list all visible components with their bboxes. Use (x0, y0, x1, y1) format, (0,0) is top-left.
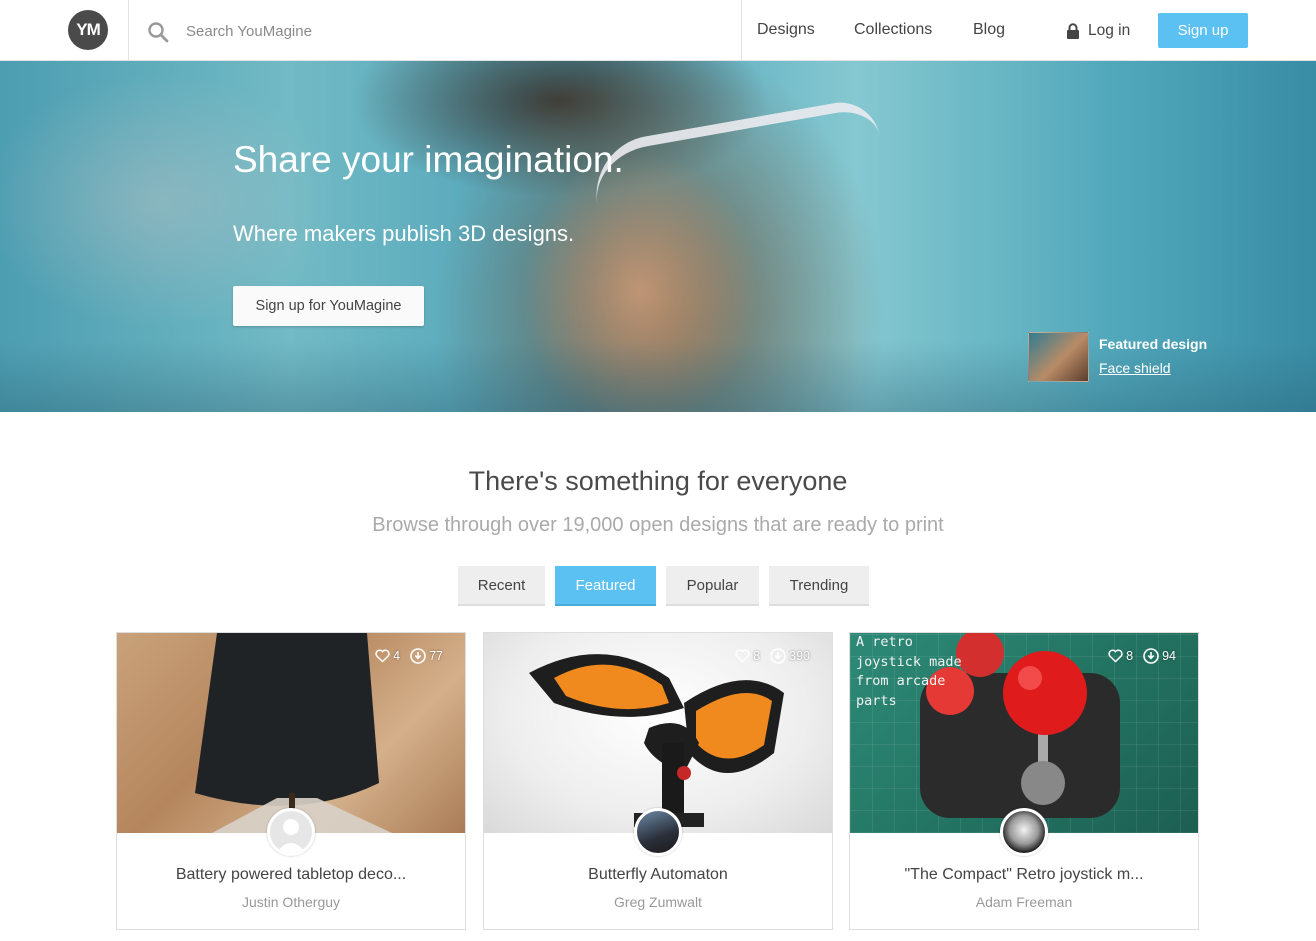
download-icon (410, 648, 426, 664)
login-label: Log in (1088, 22, 1131, 39)
heart-icon[interactable] (1108, 649, 1123, 663)
featured-design-thumbnail[interactable] (1028, 332, 1089, 382)
nav-collections[interactable]: Collections (854, 21, 932, 39)
hero-title: Share your imagination. (233, 139, 624, 180)
card-stats: 8 94 (1108, 648, 1176, 664)
design-card[interactable]: 4 77 Battery powered tabletop deco... Ju… (116, 632, 466, 930)
card-title[interactable]: Butterfly Automaton (484, 866, 832, 884)
signup-button[interactable]: Sign up (1158, 13, 1248, 48)
card-author[interactable]: Greg Zumwalt (484, 894, 832, 910)
avatar[interactable] (267, 808, 315, 856)
top-navbar: YM Designs Collections Blog Log in Sign … (0, 0, 1316, 61)
featured-design-link[interactable]: Face shield (1099, 360, 1171, 376)
card-author[interactable]: Justin Otherguy (117, 894, 465, 910)
card-author[interactable]: Adam Freeman (850, 894, 1198, 910)
download-icon (1143, 648, 1159, 664)
design-card[interactable]: 8 390 Butterfly Automaton Greg Zumwalt (483, 632, 833, 930)
section-subtitle: Browse through over 19,000 open designs … (372, 514, 944, 536)
card-stats: 8 390 (735, 648, 810, 664)
login-link[interactable]: Log in (1066, 22, 1130, 40)
featured-design-label: Featured design (1099, 336, 1208, 352)
hero-signup-button[interactable]: Sign up for YouMagine (233, 286, 424, 326)
card-stats: 4 77 (375, 648, 443, 664)
like-count: 8 (1126, 649, 1134, 663)
nav-blog[interactable]: Blog (973, 21, 1005, 39)
image-caption: A retro joystick made from arcade parts (856, 634, 962, 709)
section-title: There's something for everyone (468, 466, 848, 496)
tab-recent[interactable]: Recent (458, 566, 545, 606)
default-user-icon (276, 819, 306, 853)
download-count: 94 (1162, 649, 1176, 663)
hero-banner: Share your imagination. Where makers pub… (0, 61, 1316, 412)
lock-icon (1067, 23, 1079, 39)
avatar[interactable] (1000, 808, 1048, 856)
divider (741, 0, 742, 61)
like-count: 8 (753, 649, 761, 663)
heart-icon[interactable] (735, 649, 750, 663)
hero-subtitle: Where makers publish 3D designs. (233, 221, 575, 246)
design-card[interactable]: A retro joystick made from arcade parts … (849, 632, 1199, 930)
tab-trending[interactable]: Trending (769, 566, 869, 606)
nav-designs[interactable]: Designs (757, 21, 815, 39)
divider (128, 0, 129, 61)
tab-popular[interactable]: Popular (666, 566, 759, 606)
heart-icon[interactable] (375, 649, 390, 663)
download-count: 77 (429, 649, 443, 663)
card-title[interactable]: "The Compact" Retro joystick m... (850, 866, 1198, 884)
download-icon (770, 648, 786, 664)
search-input[interactable] (186, 17, 706, 45)
card-title[interactable]: Battery powered tabletop deco... (117, 866, 465, 884)
tab-featured[interactable]: Featured (555, 566, 656, 606)
like-count: 4 (393, 649, 401, 663)
avatar[interactable] (634, 808, 682, 856)
download-count: 390 (789, 649, 810, 663)
youmagine-logo[interactable]: YM (68, 10, 108, 50)
search-icon[interactable] (147, 21, 169, 43)
